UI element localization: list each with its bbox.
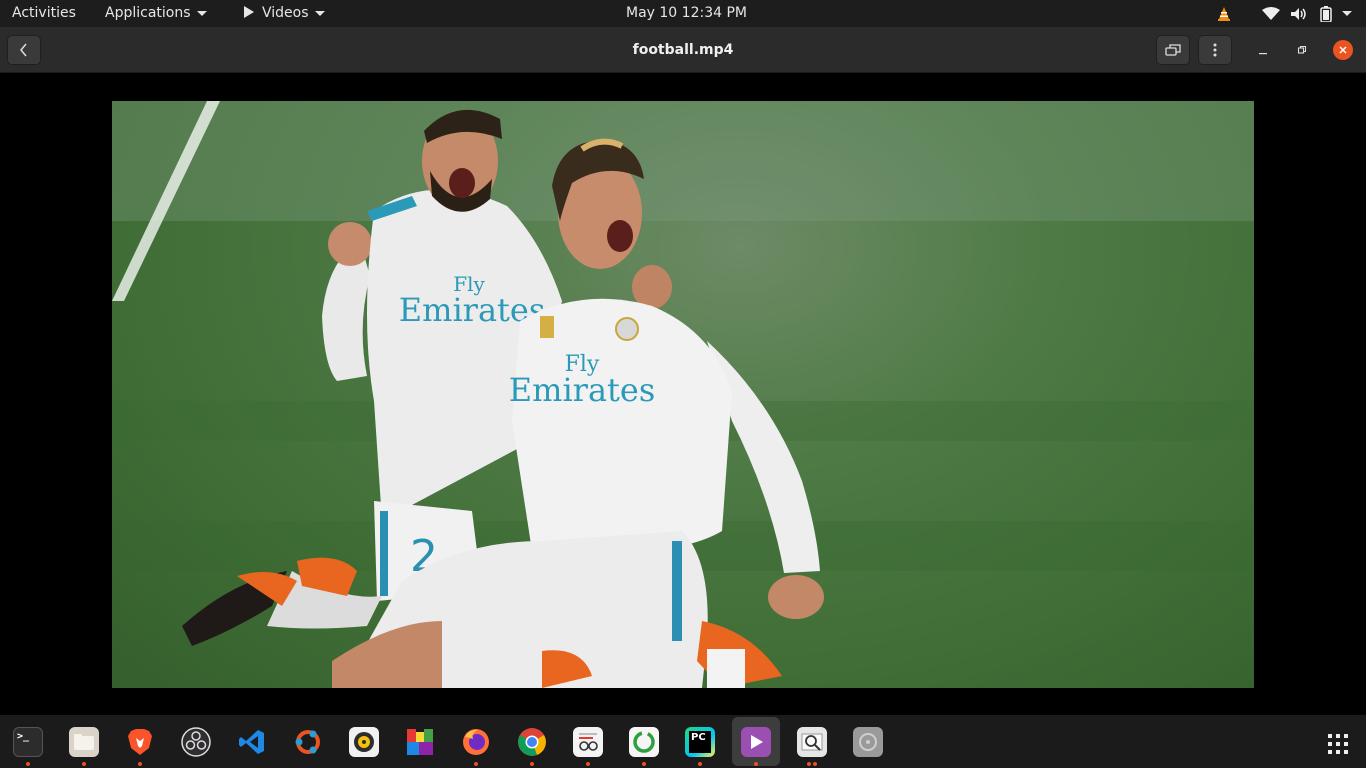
- show-applications-button[interactable]: [1323, 729, 1353, 759]
- play-icon: [751, 735, 763, 749]
- chrome-icon[interactable]: [517, 727, 547, 757]
- disk-drive-icon: [859, 733, 877, 751]
- image-viewer-icon[interactable]: [797, 727, 827, 757]
- vscode-logo-icon: [239, 730, 264, 754]
- applications-menu[interactable]: Applications: [105, 0, 207, 27]
- files-icon[interactable]: [69, 727, 99, 757]
- pycharm-icon[interactable]: PC: [685, 727, 715, 757]
- running-indicator: [138, 762, 142, 766]
- unfullscreen-button[interactable]: [1156, 35, 1190, 65]
- video-frame-image: 2 Fly Emirates Fly Emirates: [112, 101, 1254, 688]
- speaker-icon: [354, 732, 374, 752]
- chrome-logo-icon: [518, 728, 546, 756]
- vscode-icon[interactable]: [237, 727, 267, 757]
- obs-studio-icon: [181, 727, 211, 757]
- jersey-sponsor-right: Emirates: [509, 371, 656, 409]
- folder-icon: [74, 734, 94, 750]
- volume-icon[interactable]: [1290, 7, 1308, 21]
- menu-button[interactable]: [1198, 35, 1232, 65]
- restore-icon: [1297, 45, 1307, 54]
- green-ring-icon: [633, 731, 655, 753]
- minimize-icon: [1259, 53, 1267, 55]
- pycharm-label: PC: [689, 731, 711, 753]
- running-indicator: [807, 762, 811, 766]
- video-frame[interactable]: 2 Fly Emirates Fly Emirates: [112, 101, 1254, 688]
- running-indicator: [754, 762, 758, 766]
- maximize-button[interactable]: [1292, 40, 1312, 60]
- system-tray[interactable]: [1216, 0, 1366, 27]
- color-grid-icon: [407, 729, 433, 755]
- system-menu-chevron-icon[interactable]: [1342, 11, 1352, 16]
- minimize-button[interactable]: [1253, 40, 1273, 60]
- green-circle-app-icon[interactable]: [629, 727, 659, 757]
- firefox-logo-icon: [463, 729, 489, 755]
- applications-label: Applications: [105, 5, 191, 21]
- restore-windows-icon: [1165, 44, 1181, 56]
- kebab-menu-icon: [1213, 43, 1217, 57]
- running-indicator: [698, 762, 702, 766]
- ubuntu-software-icon[interactable]: [293, 727, 323, 757]
- glasses-icon: [579, 733, 598, 751]
- magnifier-icon: [801, 733, 823, 751]
- clock[interactable]: May 10 12:34 PM: [626, 0, 747, 27]
- app-menu-videos[interactable]: Videos: [244, 0, 325, 27]
- running-indicator: [586, 762, 590, 766]
- top-bar: Activities Applications Videos May 10 12…: [0, 0, 1366, 27]
- multicolor-app-icon[interactable]: [405, 727, 435, 757]
- grid-icon: [1328, 734, 1348, 754]
- header-bar: football.mp4: [0, 27, 1366, 73]
- video-area[interactable]: 2 Fly Emirates Fly Emirates: [0, 74, 1366, 715]
- disk-icon[interactable]: [853, 727, 883, 757]
- rhythmbox-icon[interactable]: [349, 727, 379, 757]
- running-indicator: [813, 762, 817, 766]
- running-indicator: [474, 762, 478, 766]
- document-viewer-icon[interactable]: [573, 727, 603, 757]
- obs-icon[interactable]: [181, 727, 211, 757]
- activities-button[interactable]: Activities: [12, 0, 76, 27]
- vlc-icon[interactable]: [1216, 6, 1232, 22]
- firefox-icon[interactable]: [461, 727, 491, 757]
- battery-icon[interactable]: [1320, 5, 1332, 22]
- close-icon: [1339, 46, 1347, 54]
- dock: >_ PC: [0, 715, 1366, 768]
- play-icon: [244, 6, 254, 18]
- running-indicator: [82, 762, 86, 766]
- chevron-down-icon: [314, 10, 325, 16]
- terminal-icon[interactable]: >_: [13, 727, 43, 757]
- running-indicator: [530, 762, 534, 766]
- wifi-icon[interactable]: [1262, 6, 1280, 21]
- videos-icon[interactable]: [741, 727, 771, 757]
- running-indicator: [26, 762, 30, 766]
- brave-lion-icon: [128, 729, 152, 755]
- app-menu-label: Videos: [262, 5, 309, 21]
- ubuntu-circle-icon: [295, 730, 320, 754]
- brave-icon[interactable]: [125, 727, 155, 757]
- close-button[interactable]: [1333, 40, 1353, 60]
- running-indicator: [642, 762, 646, 766]
- chevron-down-icon: [196, 10, 207, 16]
